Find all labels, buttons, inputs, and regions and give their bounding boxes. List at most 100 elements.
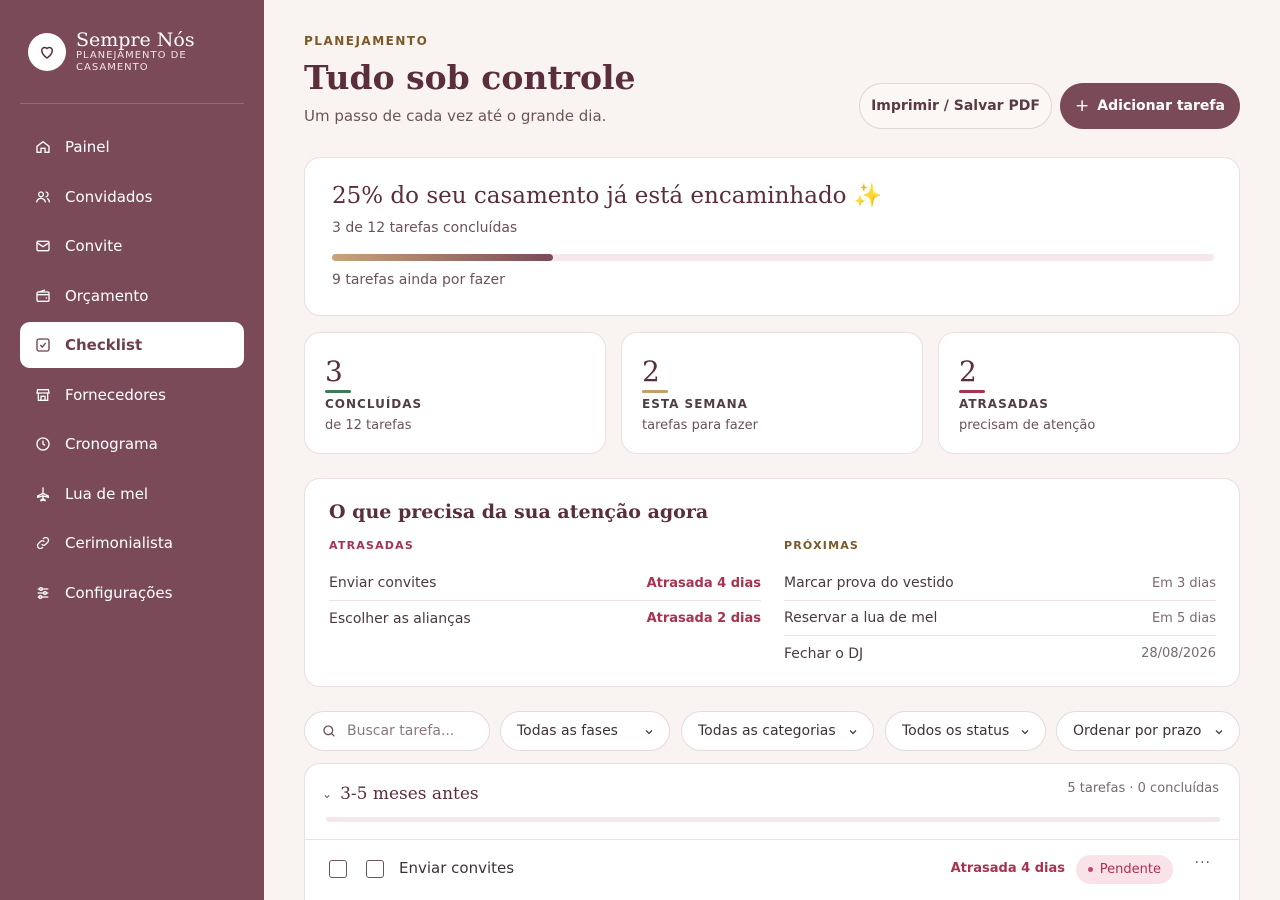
sidebar-item-configuracoes[interactable]: Configurações: [20, 570, 244, 616]
plus-icon: +: [1075, 96, 1090, 116]
attention-task: Fechar o DJ: [784, 645, 864, 662]
stat-value: 2: [959, 355, 977, 388]
group-progress-bar: [326, 817, 1220, 822]
stat-caption: de 12 tarefas: [325, 418, 412, 433]
search-input[interactable]: Buscar tarefa...: [304, 711, 490, 751]
phase-select[interactable]: Todas as fases: [500, 711, 670, 751]
search-icon: [321, 723, 337, 739]
stat-value: 2: [642, 355, 660, 388]
add-task-label: Adicionar tarefa: [1097, 98, 1225, 114]
attention-row[interactable]: Enviar convites Atrasada 4 dias: [329, 566, 761, 601]
brand-subtitle: PLANEJAMENTO DE CASAMENTO: [76, 50, 187, 73]
progress-subtitle: 3 de 12 tarefas concluídas: [332, 220, 518, 236]
late-heading: ATRASADAS: [329, 539, 414, 552]
attention-task: Escolher as alianças: [329, 610, 471, 627]
stat-label: ATRASADAS: [959, 397, 1049, 411]
chevron-down-icon: [645, 730, 653, 735]
task-name: Enviar convites: [399, 859, 515, 877]
sidebar-item-label: Checklist: [65, 336, 143, 354]
sidebar-item-checklist[interactable]: Checklist: [20, 322, 244, 368]
sidebar-item-cerimonialista[interactable]: Cerimonialista: [20, 520, 244, 566]
next-heading: PRÓXIMAS: [784, 539, 860, 552]
attention-task: Reservar a lua de mel: [784, 610, 938, 626]
attention-when: Em 3 dias: [1151, 575, 1216, 591]
sidebar-item-convidados[interactable]: Convidados: [20, 174, 244, 220]
status-select[interactable]: Todos os status: [885, 711, 1046, 751]
sidebar-item-label: Convite: [65, 237, 123, 255]
print-pdf-label: Imprimir / Salvar PDF: [871, 98, 1040, 114]
sidebar-item-label: Painel: [65, 138, 110, 156]
complete-checkbox[interactable]: [366, 860, 384, 878]
heart-icon: [28, 33, 66, 71]
chevron-down-icon: [849, 730, 857, 735]
attention-row[interactable]: Reservar a lua de mel Em 5 dias: [784, 601, 1216, 636]
progress-title: 25% do seu casamento já está encaminhado…: [332, 183, 883, 209]
attention-status: Atrasada 4 dias: [646, 575, 761, 591]
category-select[interactable]: Todas as categorias: [681, 711, 874, 751]
status-select-value: Todos os status: [902, 723, 1010, 739]
sidebar-item-convite[interactable]: Convite: [20, 223, 244, 269]
brand[interactable]: Sempre Nós PLANEJAMENTO DE CASAMENTO: [28, 30, 206, 74]
sidebar-item-label: Cerimonialista: [65, 534, 173, 552]
sidebar-item-label: Convidados: [65, 187, 153, 206]
chevron-down-icon: [1215, 730, 1223, 735]
task-due-status: Atrasada 4 dias: [950, 861, 1065, 876]
phase-select-value: Todas as fases: [517, 723, 618, 739]
stat-caption: tarefas para fazer: [642, 418, 758, 433]
search-placeholder: Buscar tarefa...: [347, 723, 455, 739]
select-checkbox[interactable]: [329, 860, 347, 878]
stat-value: 3: [325, 355, 343, 388]
print-pdf-button[interactable]: Imprimir / Salvar PDF: [859, 83, 1052, 129]
users-icon: [35, 189, 51, 205]
store-icon: [35, 387, 51, 403]
progress-bar-fill: [332, 254, 553, 261]
group-header[interactable]: ⌄ 3-5 meses antes: [322, 784, 479, 804]
stat-accent-bar: [959, 390, 985, 393]
progress-footer: 9 tarefas ainda por fazer: [332, 272, 505, 288]
attention-card: O que precisa da sua atenção agora ATRAS…: [304, 478, 1240, 687]
stat-card-atrasadas: 2 ATRASADAS precisam de atenção: [938, 332, 1240, 454]
attention-row[interactable]: Fechar o DJ 28/08/2026: [784, 636, 1216, 671]
status-badge-label: Pendente: [1099, 862, 1161, 877]
category-select-value: Todas as categorias: [698, 723, 836, 739]
sort-select[interactable]: Ordenar por prazo: [1056, 711, 1240, 751]
stat-caption: precisam de atenção: [959, 418, 1096, 433]
attention-title: O que precisa da sua atenção agora: [329, 501, 709, 523]
sidebar-item-label: Lua de mel: [65, 484, 149, 503]
stat-card-concluidas: 3 CONCLUÍDAS de 12 tarefas: [304, 332, 606, 454]
sidebar-item-painel[interactable]: Painel: [20, 124, 244, 170]
progress-bar: [332, 254, 1214, 261]
progress-card: 25% do seu casamento já está encaminhado…: [304, 157, 1240, 316]
attention-status: Atrasada 2 dias: [646, 611, 761, 626]
sidebar-item-label: Orçamento: [65, 286, 149, 305]
attention-task: Marcar prova do vestido: [784, 575, 954, 591]
sidebar-item-label: Fornecedores: [65, 385, 166, 404]
group-count: 5 tarefas · 0 concluídas: [1067, 781, 1219, 796]
sidebar-item-label: Cronograma: [65, 435, 158, 453]
sort-select-value: Ordenar por prazo: [1073, 723, 1202, 739]
sidebar-item-label: Configurações: [65, 583, 173, 602]
sidebar-item-cronograma[interactable]: Cronograma: [20, 421, 244, 467]
status-dot: [1087, 867, 1093, 872]
sliders-icon: [35, 585, 51, 601]
task-row[interactable]: Enviar convites Atrasada 4 dias Pendente…: [305, 840, 1239, 898]
sidebar-item-lua-de-mel[interactable]: Lua de mel: [20, 471, 244, 517]
sidebar-item-orcamento[interactable]: Orçamento: [20, 273, 244, 319]
brand-name: Sempre Nós: [76, 29, 195, 51]
wallet-icon: [35, 288, 51, 304]
stat-label: CONCLUÍDAS: [325, 397, 423, 411]
checkbox-icon: [35, 337, 51, 353]
sidebar-item-fornecedores[interactable]: Fornecedores: [20, 372, 244, 418]
attention-row[interactable]: Marcar prova do vestido Em 3 dias: [784, 566, 1216, 601]
sidebar-nav: Painel Convidados Convite Orçamento Chec…: [20, 124, 244, 619]
plane-icon: [35, 486, 51, 502]
mail-icon: [35, 238, 51, 254]
attention-when: Em 5 dias: [1151, 610, 1216, 626]
chevron-down-icon: ⌄: [322, 787, 333, 801]
clock-icon: [35, 436, 51, 452]
more-options-icon[interactable]: ···: [1195, 855, 1211, 871]
status-badge: Pendente: [1075, 855, 1173, 884]
add-task-button[interactable]: + Adicionar tarefa: [1060, 83, 1240, 129]
attention-when: 28/08/2026: [1141, 646, 1216, 661]
attention-row[interactable]: Escolher as alianças Atrasada 2 dias: [329, 601, 761, 636]
